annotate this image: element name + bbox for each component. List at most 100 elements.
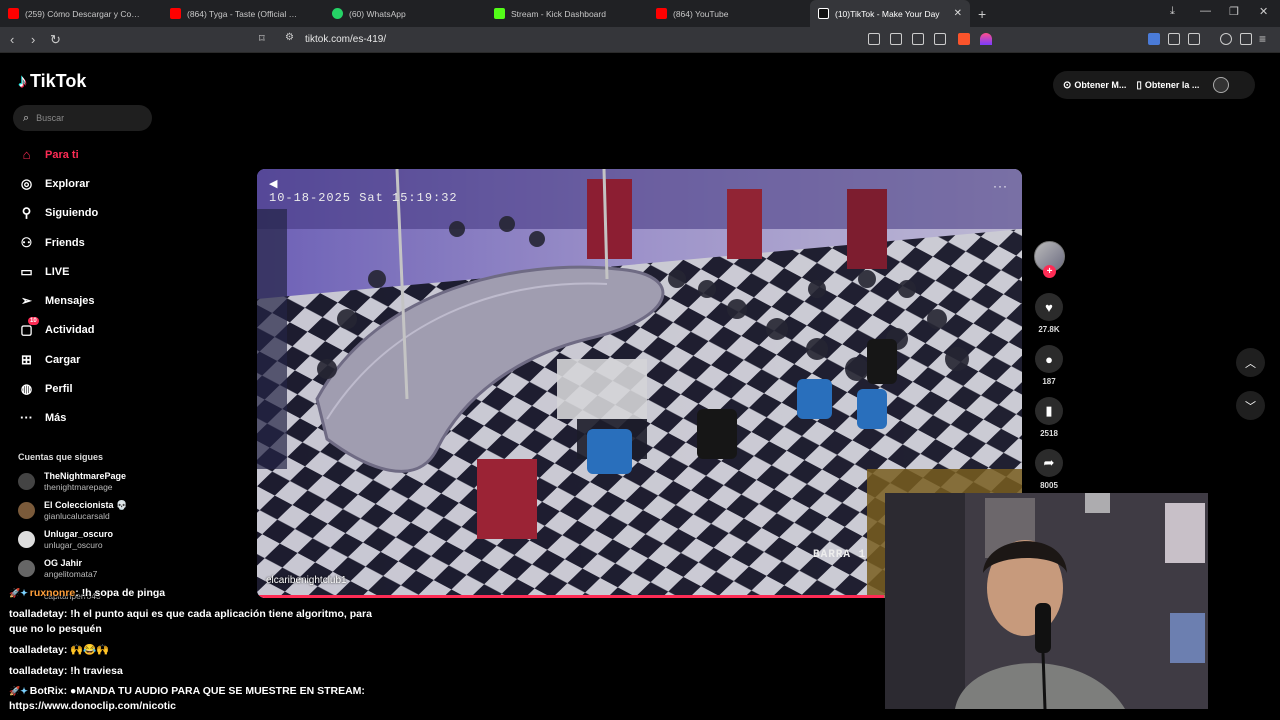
volume-icon[interactable]: ◀ <box>269 177 277 190</box>
restore-icon[interactable]: ❐ <box>1229 5 1239 18</box>
back-icon[interactable]: ‹ <box>10 32 14 47</box>
share-count: 8005 <box>1040 481 1058 490</box>
extension-icon[interactable] <box>868 33 880 45</box>
tab-search-icon[interactable]: ⤓ <box>1170 5 1175 18</box>
extension-icon[interactable] <box>1148 33 1160 45</box>
avatar <box>18 502 35 519</box>
phone-icon: ▯ <box>1136 79 1142 91</box>
share-icon[interactable] <box>934 33 946 45</box>
brave-shield-icon[interactable] <box>958 33 970 45</box>
account-name: OG Jahir <box>44 558 83 568</box>
youtube-icon <box>170 8 181 19</box>
translate-icon[interactable] <box>912 33 924 45</box>
more-options-icon[interactable]: ··· <box>993 179 1008 193</box>
chat-message: 🚀✦ ruxnonre: !h sopa de pinga <box>9 586 389 601</box>
more-icon: ··· <box>20 410 33 425</box>
nav-siguiendo[interactable]: ⚲ Siguiendo <box>18 205 98 221</box>
follow-plus-icon[interactable]: + <box>1043 265 1056 278</box>
get-coins-button[interactable]: Obtener M... <box>1074 80 1126 90</box>
browser-tab[interactable]: (60) WhatsApp <box>324 0 486 27</box>
chat-message: toalladetay: !h traviesa <box>9 664 389 679</box>
menu-icon[interactable]: ≡ <box>1259 32 1266 46</box>
nav-live[interactable]: ▭ LIVE <box>18 264 69 280</box>
following-account[interactable]: TheNightmarePage thenightmarepage <box>18 471 126 493</box>
nav-friends[interactable]: ⚇ Friends <box>18 235 85 251</box>
sidebar-icon[interactable] <box>1188 33 1200 45</box>
close-tab-icon[interactable]: ✕ <box>954 8 962 19</box>
friends-icon: ⚇ <box>20 235 33 250</box>
nav-para-ti[interactable]: ⌂ Para ti <box>18 147 79 162</box>
window-close-icon[interactable]: ✕ <box>1259 5 1268 18</box>
comment-icon[interactable]: ● <box>1035 345 1063 373</box>
share-arrow-icon[interactable]: ➦ <box>1035 449 1063 477</box>
comment-action[interactable]: ● 187 <box>1034 345 1064 386</box>
search-box[interactable]: ⌕ <box>13 105 152 131</box>
tiktok-icon <box>818 8 829 19</box>
minimize-icon[interactable]: — <box>1200 5 1211 17</box>
brave-rewards-icon[interactable] <box>980 33 992 45</box>
nav-label: Perfil <box>45 383 73 395</box>
nav-actividad[interactable]: ▢ 10 Actividad <box>18 317 95 338</box>
compass-icon: ◎ <box>20 176 33 191</box>
browser-tab[interactable]: (864) Tyga - Taste (Official Video) ft. <box>162 0 324 27</box>
avatar <box>18 531 35 548</box>
extension-icon[interactable] <box>890 33 902 45</box>
camera-label: BARRA 1 <box>813 549 867 561</box>
nav-explorar[interactable]: ◎ Explorar <box>18 176 90 192</box>
nav-mas[interactable]: ··· Más <box>18 410 66 425</box>
account-name: TheNightmarePage <box>44 471 127 481</box>
nav-label: Actividad <box>45 324 95 336</box>
video-author[interactable]: elcaribenightclub1 <box>266 575 347 586</box>
video-timestamp-overlay: 10-18-2025 Sat 15:19:32 <box>269 191 458 205</box>
get-app-button[interactable]: Obtener la ... <box>1145 80 1200 90</box>
avatar <box>18 473 35 490</box>
like-action[interactable]: ♥ 27.8K <box>1034 293 1064 334</box>
browser-tab[interactable]: Stream - Kick Dashboard <box>486 0 648 27</box>
account-handle: unlugar_oscuro <box>44 540 103 550</box>
forward-icon[interactable]: › <box>31 32 35 47</box>
tab-title: (259) Cómo Descargar y Configurar <box>25 8 154 19</box>
tab-title: Stream - Kick Dashboard <box>511 8 606 19</box>
url-field[interactable]: tiktok.com/es-419/ <box>305 34 386 45</box>
heart-icon[interactable]: ♥ <box>1035 293 1063 321</box>
following-account[interactable]: El Coleccionista 💀 gianlucalucarsald <box>18 500 127 522</box>
chat-username: ruxnonre <box>29 587 76 599</box>
whatsapp-icon <box>332 8 343 19</box>
search-input[interactable] <box>36 113 137 123</box>
following-account[interactable]: OG Jahir angelitomata7 <box>18 558 97 580</box>
following-account[interactable]: Unlugar_oscuro unlugar_oscuro <box>18 529 113 551</box>
reload-icon[interactable]: ↻ <box>50 32 61 48</box>
nav-cargar[interactable]: ⊞ Cargar <box>18 352 80 368</box>
next-video-button[interactable]: ﹀ <box>1236 391 1265 420</box>
tab-title: (60) WhatsApp <box>349 8 406 19</box>
tab-title: (864) Tyga - Taste (Official Video) ft. <box>187 8 316 19</box>
chevron-down-icon: ﹀ <box>1245 400 1256 413</box>
youtube-icon <box>656 8 667 19</box>
browser-tab[interactable]: (864) YouTube <box>648 0 810 27</box>
site-info-icon[interactable]: ⚙ <box>285 32 294 43</box>
browser-tab-active[interactable]: (10)TikTok - Make Your Day ✕ <box>810 0 970 27</box>
account-name: El Coleccionista 💀 <box>44 500 128 510</box>
nav-perfil[interactable]: ◍ Perfil <box>18 381 73 397</box>
bookmark-icon[interactable]: ⌑ <box>259 32 265 45</box>
share-action[interactable]: ➦ 8005 <box>1034 449 1064 490</box>
chat-message: 🚀✦ BotRix: ●MANDA TU AUDIO PARA QUE SE MU… <box>9 684 389 714</box>
browser-tab[interactable]: (259) Cómo Descargar y Configurar <box>0 0 162 27</box>
tiktok-logo[interactable]: ♪ TikTok <box>18 71 86 92</box>
search-icon: ⌕ <box>23 111 30 124</box>
nav-label: LIVE <box>45 266 70 278</box>
extensions-puzzle-icon[interactable] <box>1168 33 1180 45</box>
nav-label: Explorar <box>45 178 90 190</box>
nav-label: Friends <box>45 237 85 249</box>
previous-video-button[interactable]: ︿ <box>1236 348 1265 377</box>
media-icon[interactable] <box>1220 33 1232 45</box>
save-action[interactable]: ▮ 2518 <box>1034 397 1064 438</box>
wallet-icon[interactable] <box>1240 33 1252 45</box>
nav-label: Siguiendo <box>45 207 99 219</box>
nav-mensajes[interactable]: ➢ Mensajes <box>18 293 94 309</box>
chat-badge-icon: 🚀✦ <box>9 686 28 696</box>
chat-message: toalladetay: !h el punto aqui es que cad… <box>9 607 389 637</box>
bookmark-icon[interactable]: ▮ <box>1035 397 1063 425</box>
user-avatar-icon[interactable] <box>1213 77 1230 93</box>
new-tab-button[interactable]: + <box>970 6 994 22</box>
